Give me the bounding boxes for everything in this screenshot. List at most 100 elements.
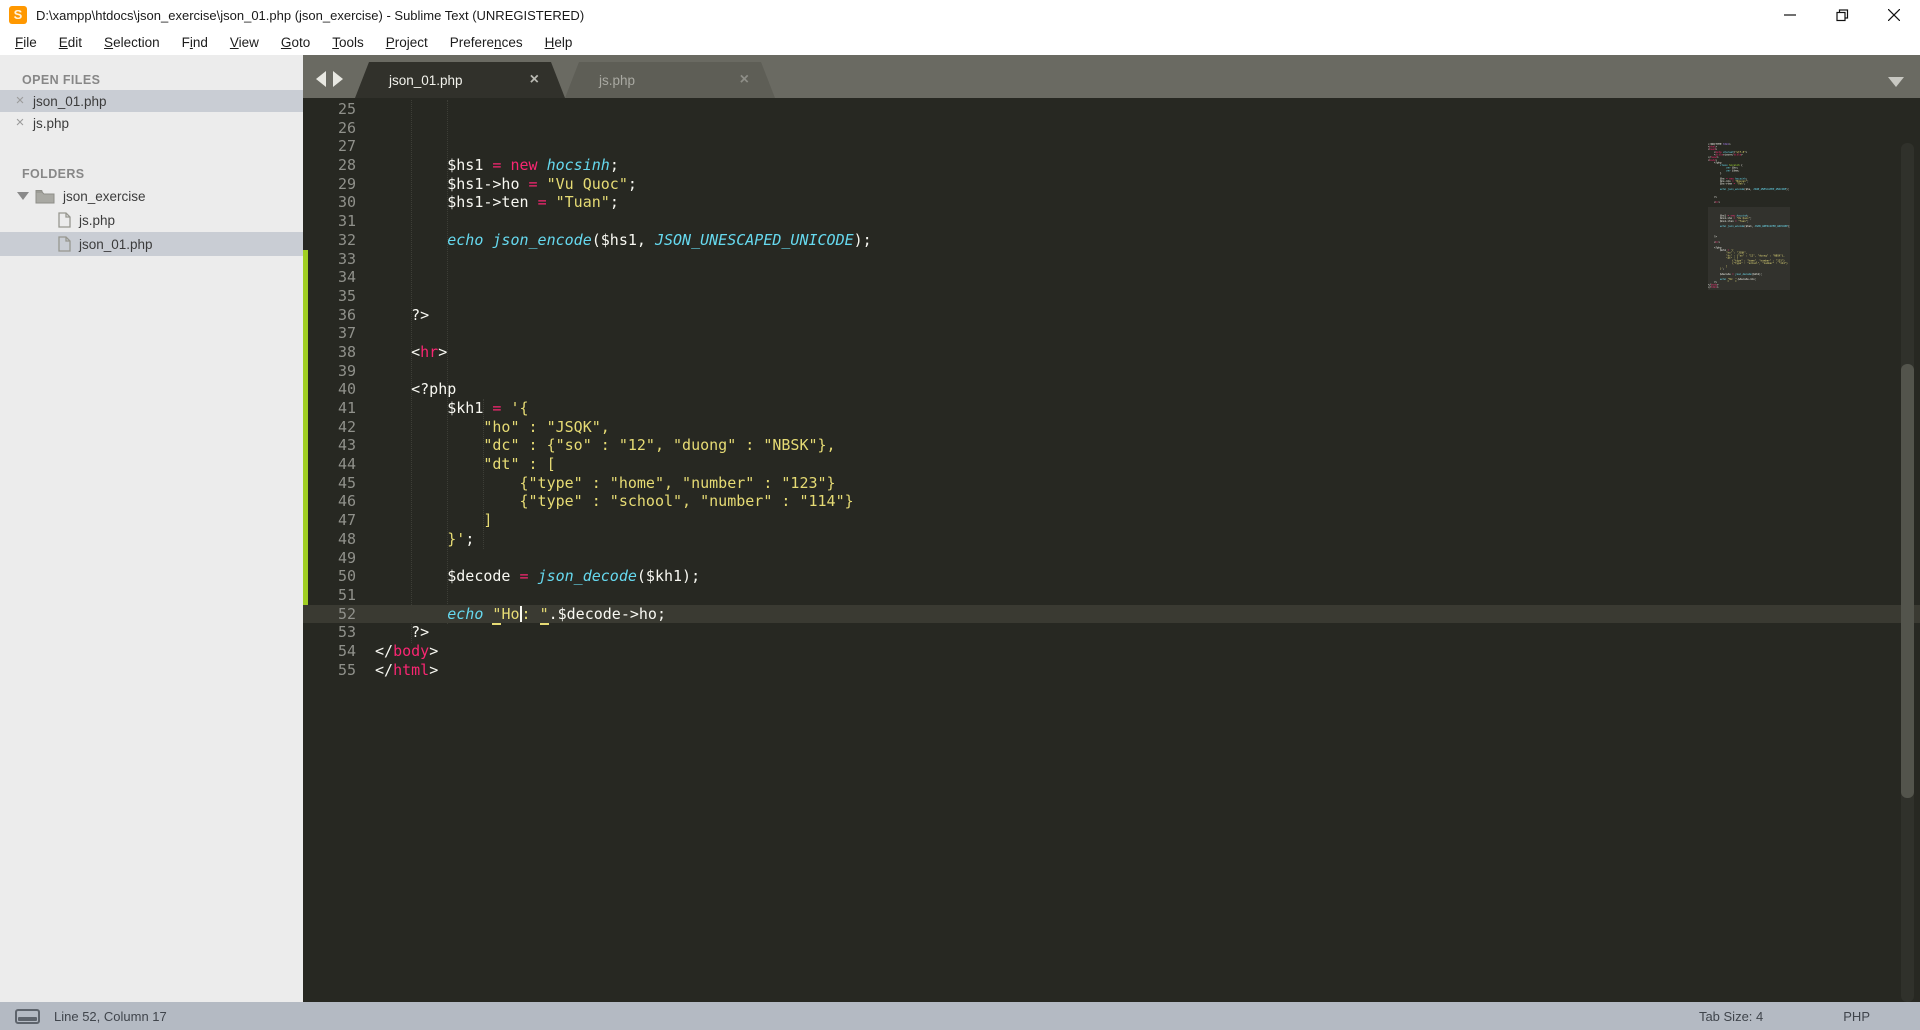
tab-scroll-left-icon[interactable]: [316, 71, 326, 87]
line-number[interactable]: 38: [303, 343, 356, 362]
code-line-46[interactable]: 46 {"type" : "school", "number" : "114"}: [303, 492, 1920, 511]
restore-button[interactable]: [1816, 0, 1868, 30]
menu-project[interactable]: Project: [375, 32, 439, 53]
line-number[interactable]: 53: [303, 623, 356, 642]
close-button[interactable]: [1868, 0, 1920, 30]
code-line-52[interactable]: 52 echo "Ho: ".$decode->ho;: [303, 604, 1920, 625]
line-number[interactable]: 50: [303, 567, 356, 586]
expand-triangle-icon[interactable]: [17, 192, 29, 200]
folder-file-js.php[interactable]: js.php: [0, 208, 303, 232]
line-number[interactable]: 41: [303, 399, 356, 418]
code-line-45[interactable]: 45 {"type" : "home", "number" : "123"}: [303, 474, 1920, 493]
line-number[interactable]: 37: [303, 324, 356, 343]
code-line-35[interactable]: 35: [303, 287, 1920, 306]
code-line-39[interactable]: 39: [303, 362, 1920, 381]
code-line-51[interactable]: 51: [303, 586, 1920, 605]
line-number[interactable]: 49: [303, 549, 356, 568]
close-file-icon[interactable]: ×: [13, 115, 27, 130]
line-number[interactable]: 35: [303, 287, 356, 306]
menu-selection[interactable]: Selection: [93, 32, 171, 53]
line-number[interactable]: 25: [303, 100, 356, 119]
line-number[interactable]: 34: [303, 268, 356, 287]
line-number[interactable]: 44: [303, 455, 356, 474]
tab-close-icon[interactable]: ×: [740, 72, 749, 88]
code-line-53[interactable]: 53 ?>: [303, 623, 1920, 642]
scrollbar-thumb[interactable]: [1901, 364, 1914, 798]
code-line-34[interactable]: 34: [303, 268, 1920, 287]
code-line-40[interactable]: 40 <?php: [303, 380, 1920, 399]
menu-file[interactable]: File: [4, 32, 48, 53]
line-number[interactable]: 47: [303, 511, 356, 530]
line-number[interactable]: 29: [303, 175, 356, 194]
folder-json_exercise[interactable]: json_exercise: [0, 184, 303, 208]
code-line-32[interactable]: 32 echo json_encode($hs1, JSON_UNESCAPED…: [303, 231, 1920, 250]
line-number[interactable]: 52: [303, 605, 356, 624]
menu-goto[interactable]: Goto: [270, 32, 321, 53]
code-line-43[interactable]: 43 "dc" : {"so" : "12", "duong" : "NBSK"…: [303, 436, 1920, 455]
code-line-48[interactable]: 48 }';: [303, 530, 1920, 549]
menu-preferences[interactable]: Preferences: [439, 32, 534, 53]
line-number[interactable]: 45: [303, 474, 356, 493]
tab-close-icon[interactable]: ×: [530, 72, 539, 88]
code-line-47[interactable]: 47 ]: [303, 511, 1920, 530]
line-number[interactable]: 36: [303, 306, 356, 325]
code-line-50[interactable]: 50 $decode = json_decode($kh1);: [303, 567, 1920, 586]
code-line-55[interactable]: 55 </html>: [303, 661, 1920, 680]
code-line-25[interactable]: 25: [303, 100, 1920, 119]
code-line-28[interactable]: 28 $hs1 = new hocsinh;: [303, 156, 1920, 175]
panel-toggle-icon[interactable]: [15, 1008, 40, 1024]
tab-scroll-right-icon[interactable]: [333, 71, 343, 87]
tab-js.php[interactable]: js.php ×: [565, 62, 775, 98]
line-number[interactable]: 31: [303, 212, 356, 231]
minimize-button[interactable]: [1764, 0, 1816, 30]
code-line-38[interactable]: 38 <hr>: [303, 343, 1920, 362]
code-line-37[interactable]: 37: [303, 324, 1920, 343]
tab-size-indicator[interactable]: Tab Size: 4: [1699, 1009, 1763, 1024]
line-number[interactable]: 51: [303, 586, 356, 605]
line-number[interactable]: 46: [303, 492, 356, 511]
line-number[interactable]: 43: [303, 436, 356, 455]
menu-help[interactable]: Help: [534, 32, 584, 53]
open-file-json_01.php[interactable]: × json_01.php: [0, 90, 303, 112]
line-number[interactable]: 30: [303, 193, 356, 212]
code-editor[interactable]: “” 25262728 $hs1 = new hocsinh;29 $hs1->…: [303, 98, 1920, 1002]
line-number[interactable]: 42: [303, 418, 356, 437]
tab-json_01.php[interactable]: json_01.php ×: [355, 62, 565, 98]
menu-edit[interactable]: Edit: [48, 32, 93, 53]
code-line-49[interactable]: 49: [303, 549, 1920, 568]
line-number[interactable]: 33: [303, 250, 356, 269]
minimap[interactable]: <!DOCTYPE html> <html> <head> <meta charse…: [1708, 143, 1790, 291]
folder-file-json_01.php[interactable]: json_01.php: [0, 232, 303, 256]
menu-find[interactable]: Find: [171, 32, 219, 53]
menu-tools[interactable]: Tools: [321, 32, 375, 53]
line-number[interactable]: 28: [303, 156, 356, 175]
line-code: "ho" : "JSQK",: [375, 417, 610, 436]
code-line-30[interactable]: 30 $hs1->ten = "Tuan";: [303, 193, 1920, 212]
open-files-header: OPEN FILES: [22, 73, 101, 87]
code-line-31[interactable]: 31: [303, 212, 1920, 231]
close-file-icon[interactable]: ×: [13, 93, 27, 108]
code-line-41[interactable]: 41 $kh1 = '{: [303, 399, 1920, 418]
line-number[interactable]: 32: [303, 231, 356, 250]
line-number[interactable]: 40: [303, 380, 356, 399]
line-number[interactable]: 48: [303, 530, 356, 549]
code-line-33[interactable]: 33: [303, 250, 1920, 269]
code-line-27[interactable]: 27: [303, 137, 1920, 156]
line-number[interactable]: 39: [303, 362, 356, 381]
code-line-29[interactable]: 29 $hs1->ho = "Vu Quoc";: [303, 175, 1920, 194]
code-line-54[interactable]: 54 </body>: [303, 642, 1920, 661]
tab-list-dropdown-icon[interactable]: [1888, 77, 1904, 87]
line-number[interactable]: 27: [303, 137, 356, 156]
syntax-indicator[interactable]: PHP: [1843, 1009, 1870, 1024]
line-number[interactable]: 54: [303, 642, 356, 661]
menu-view[interactable]: View: [219, 32, 270, 53]
code-line-44[interactable]: 44 "dt" : [: [303, 455, 1920, 474]
code-line-42[interactable]: 42 "ho" : "JSQK",: [303, 418, 1920, 437]
open-file-js.php[interactable]: × js.php: [0, 112, 303, 134]
line-number[interactable]: 55: [303, 661, 356, 680]
line-number[interactable]: 26: [303, 119, 356, 138]
code-line-36[interactable]: 36 ?>: [303, 306, 1920, 325]
code-line-26[interactable]: 26: [303, 119, 1920, 138]
